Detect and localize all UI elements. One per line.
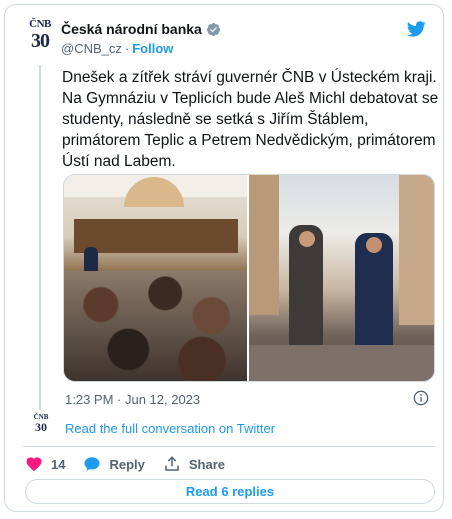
heart-icon: [26, 457, 42, 472]
share-label: Share: [188, 456, 226, 472]
divider: [23, 446, 435, 447]
thread-line: [39, 65, 41, 410]
action-bar: 14 Reply Share: [25, 455, 243, 473]
twitter-bird-icon[interactable]: [405, 19, 427, 39]
like-button[interactable]: 14: [25, 455, 65, 473]
avatar-top-text: ČNB: [29, 18, 51, 30]
share-icon: [165, 456, 179, 471]
read-replies-button[interactable]: Read 6 replies: [25, 479, 435, 504]
avatar[interactable]: ČNB 30: [27, 19, 53, 53]
handle-separator: ·: [124, 41, 130, 56]
media-grid: [63, 174, 435, 382]
reply-bubble-icon: [84, 457, 100, 471]
reply-label: Reply: [109, 456, 145, 472]
photo-classroom[interactable]: [64, 175, 247, 381]
avatar-number-text: 30: [31, 30, 50, 52]
reply-button[interactable]: Reply: [83, 455, 145, 473]
author-handle[interactable]: @CNB_cz: [61, 41, 122, 56]
verified-badge-icon: [206, 22, 220, 36]
likes-count: 14: [51, 456, 66, 472]
photo-street[interactable]: [249, 175, 434, 381]
avatar-small-number-text: 30: [35, 420, 47, 434]
handle-row: @CNB_cz · Follow: [61, 41, 173, 56]
info-icon[interactable]: [413, 390, 429, 406]
author-name-row: Česká národní banka: [61, 21, 221, 37]
avatar-small[interactable]: ČNB 30: [33, 414, 49, 436]
tweet-text: Dnešek a zítřek stráví guvernér ČNB v Ús…: [62, 69, 439, 170]
author-name[interactable]: Česká národní banka: [61, 21, 202, 37]
read-conversation-link[interactable]: Read the full conversation on Twitter: [65, 421, 275, 436]
tweet-card: ČNB 30 Česká národní banka @CNB_cz · Fol…: [4, 4, 444, 512]
timestamp[interactable]: 1:23 PM · Jun 12, 2023: [65, 392, 200, 407]
follow-link[interactable]: Follow: [132, 41, 173, 56]
share-button[interactable]: Share: [163, 455, 225, 473]
